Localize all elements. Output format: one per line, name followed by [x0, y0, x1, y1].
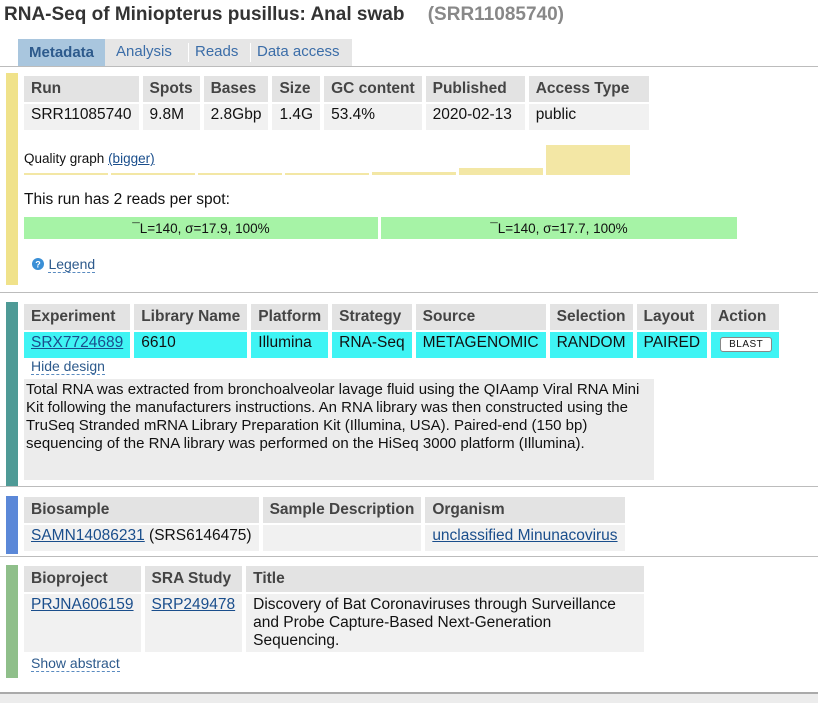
cell-organism: unclassified Minunacovirus	[425, 525, 625, 551]
run-accession: (SRR11085740)	[427, 4, 564, 25]
cell-gc-content: 53.4%	[324, 104, 422, 130]
tab-divider	[188, 43, 189, 62]
sra-study-link[interactable]: SRP249478	[152, 596, 236, 613]
tab-divider	[250, 43, 251, 62]
tab-bar: Metadata Analysis Reads Data access	[18, 39, 352, 66]
quality-graph-bar	[459, 168, 543, 175]
read-1-bar: ¯L=140, σ=17.9, 100%	[24, 217, 378, 239]
bioproject-table: Bioproject SRA Study Title PRJNA606159 S…	[20, 564, 648, 654]
col-platform: Platform	[251, 304, 329, 330]
cell-run: SRR11085740	[24, 104, 139, 130]
cell-platform: Illumina	[251, 332, 329, 358]
read-2-bar: ¯L=140, σ=17.7, 100%	[381, 217, 737, 239]
quality-graph-bar	[546, 145, 630, 175]
col-library-name: Library Name	[134, 304, 248, 330]
quality-graph-bar	[285, 173, 369, 175]
cell-source: METAGENOMIC	[415, 332, 546, 358]
cell-published: 2020-02-13	[425, 104, 525, 130]
cell-sra-study: SRP249478	[144, 594, 243, 652]
footer-strip	[0, 694, 818, 703]
biosample-link[interactable]: SAMN14086231	[31, 527, 145, 544]
tab-reads[interactable]: Reads	[195, 43, 238, 60]
col-biosample: Biosample	[24, 497, 259, 523]
experiment-table: Experiment Library Name Platform Strateg…	[20, 302, 783, 360]
title-line: Sequencing.	[253, 632, 340, 649]
run-table: Run Spots Bases Size GC content Publishe…	[20, 74, 653, 132]
col-selection: Selection	[549, 304, 633, 330]
divider	[0, 66, 818, 67]
col-run: Run	[24, 76, 139, 102]
organism-link[interactable]: unclassified Minunacovirus	[432, 527, 617, 544]
quality-graph-bigger-link[interactable]: (bigger)	[108, 151, 155, 166]
bioproject-link[interactable]: PRJNA606159	[31, 596, 134, 613]
col-source: Source	[415, 304, 546, 330]
quality-graph-bar	[372, 172, 456, 175]
title-line: and Probe Capture-Based Next-Generation	[253, 614, 552, 631]
col-size: Size	[272, 76, 321, 102]
col-published: Published	[425, 76, 525, 102]
col-bioproject: Bioproject	[24, 566, 141, 592]
show-abstract-label: Show abstract	[31, 655, 120, 672]
col-sample-description: Sample Description	[262, 497, 422, 523]
experiment-panel-bar	[6, 302, 18, 486]
col-title: Title	[246, 566, 645, 592]
bioproject-panel-bar	[6, 565, 18, 678]
help-icon: ?	[32, 258, 44, 270]
cell-library-name: 6610	[134, 332, 248, 358]
tab-analysis[interactable]: Analysis	[116, 43, 172, 60]
page-title: RNA-Seq of Miniopterus pusillus: Anal sw…	[4, 4, 564, 26]
cell-layout: PAIRED	[636, 332, 708, 358]
hide-design-link[interactable]: Hide design	[31, 358, 105, 376]
col-layout: Layout	[636, 304, 708, 330]
blast-button[interactable]: BLAST	[720, 337, 773, 352]
divider	[0, 486, 818, 487]
reads-per-spot-text: This run has 2 reads per spot:	[24, 191, 230, 208]
svg-text:?: ?	[35, 260, 41, 270]
biosample-table: Biosample Sample Description Organism SA…	[20, 495, 629, 553]
title-line: Discovery of Bat Coronaviruses through S…	[253, 596, 616, 613]
page-title-text: RNA-Seq of Miniopterus pusillus: Anal sw…	[4, 4, 405, 25]
divider	[0, 292, 818, 293]
quality-graph-bar	[111, 173, 195, 175]
col-organism: Organism	[425, 497, 625, 523]
cell-action: BLAST	[711, 332, 780, 358]
col-gc-content: GC content	[324, 76, 422, 102]
hide-design-label: Hide design	[31, 358, 105, 375]
quality-graph-bar	[24, 173, 108, 175]
tab-data-access[interactable]: Data access	[257, 43, 340, 60]
col-strategy: Strategy	[332, 304, 412, 330]
col-action: Action	[711, 304, 780, 330]
legend-link[interactable]: ? Legend	[32, 256, 96, 274]
cell-selection: RANDOM	[549, 332, 633, 358]
divider	[0, 556, 818, 557]
cell-experiment: SRX7724689	[24, 332, 131, 358]
quality-graph-bar	[198, 173, 282, 175]
quality-graph-label: Quality graph (bigger)	[24, 151, 155, 166]
col-bases: Bases	[203, 76, 269, 102]
biosample-panel-bar	[6, 496, 18, 554]
run-panel-bar	[6, 73, 18, 285]
design-description: Total RNA was extracted from bronchoalve…	[24, 379, 654, 480]
cell-size: 1.4G	[272, 104, 321, 130]
cell-biosample: SAMN14086231 (SRS6146475)	[24, 525, 259, 551]
cell-sample-description	[262, 525, 422, 551]
cell-strategy: RNA-Seq	[332, 332, 412, 358]
biosample-srs: (SRS6146475)	[144, 527, 252, 544]
cell-spots: 9.8M	[142, 104, 200, 130]
cell-bases: 2.8Gbp	[203, 104, 269, 130]
cell-access-type: public	[528, 104, 650, 130]
show-abstract-link[interactable]: Show abstract	[31, 655, 120, 673]
tab-metadata[interactable]: Metadata	[18, 39, 105, 66]
col-spots: Spots	[142, 76, 200, 102]
col-sra-study: SRA Study	[144, 566, 243, 592]
experiment-link[interactable]: SRX7724689	[31, 334, 123, 351]
col-experiment: Experiment	[24, 304, 131, 330]
legend-label: Legend	[48, 256, 96, 273]
col-access-type: Access Type	[528, 76, 650, 102]
cell-title: Discovery of Bat Coronaviruses through S…	[246, 594, 645, 652]
cell-bioproject: PRJNA606159	[24, 594, 141, 652]
quality-graph-text: Quality graph	[24, 151, 105, 166]
